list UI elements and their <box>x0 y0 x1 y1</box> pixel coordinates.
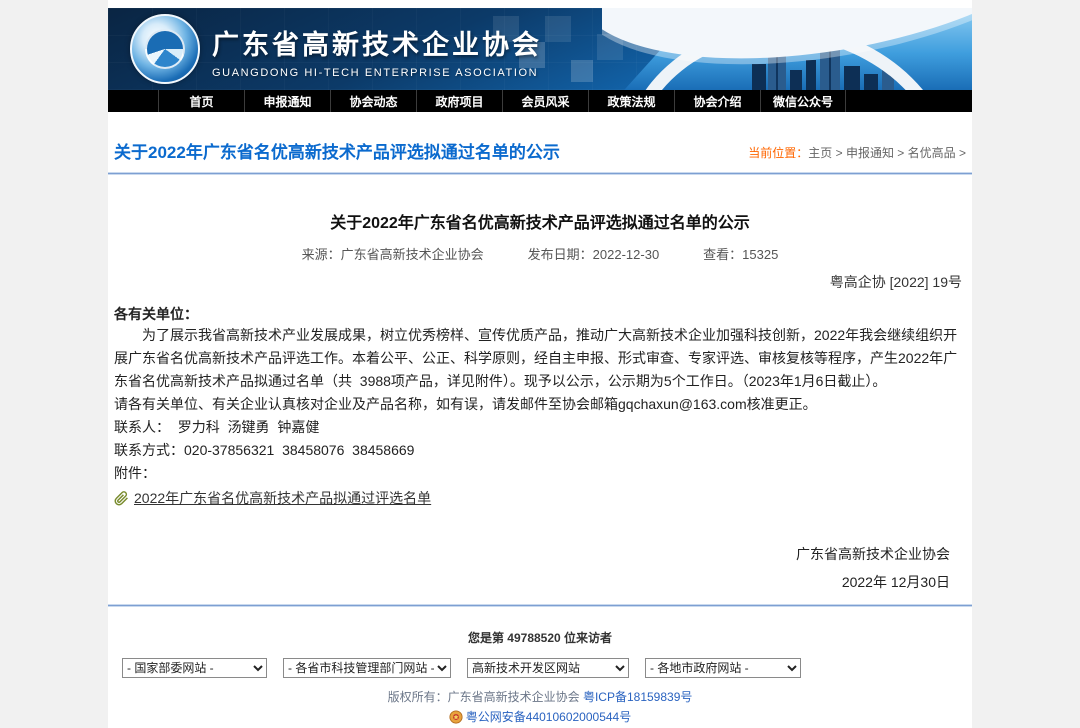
article-title: 关于2022年广东省名优高新技术产品评选拟通过名单的公示 <box>114 209 966 233</box>
article-source: 来源：广东省高新技术企业协会 <box>302 244 484 263</box>
police-registration-link[interactable]: 粤公网安备44010602000544号 <box>466 708 631 725</box>
nav-item-home[interactable]: 首页 <box>158 90 244 112</box>
icp-license-link[interactable]: 粤ICP备18159839号 <box>583 690 692 704</box>
header-banner: 广东省高新技术企业协会 GUANGDONG HI-TECH ENTERPRISE… <box>108 8 972 90</box>
announcement-article: 关于2022年广东省名优高新技术产品评选拟通过名单的公示 来源：广东省高新技术企… <box>108 209 972 592</box>
attachment-row: 2022年广东省名优高新技术产品拟通过评选名单 <box>114 488 966 508</box>
friendly-links-row: - 国家部委网站 - - 各省市科技管理部门网站 - 高新技术开发区网站 - 各… <box>108 658 972 678</box>
nav-item-wechat-official[interactable]: 微信公众号 <box>760 90 846 112</box>
attachment-link[interactable]: 2022年广东省名优高新技术产品拟通过评选名单 <box>134 488 431 508</box>
article-view-count: 查看：15325 <box>703 244 778 263</box>
contact-person-line: 联系人： 罗力科 汤键勇 钟嘉健 <box>114 416 966 439</box>
dropdown-hi-tech-zone-sites[interactable]: 高新技术开发区网站 <box>467 658 629 678</box>
dropdown-national-ministry-sites[interactable]: - 国家部委网站 - <box>122 658 267 678</box>
breadcrumb-label: 当前位置： <box>748 146 808 160</box>
footer: 您是第 49788520 位来访者 - 国家部委网站 - - 各省市科技管理部门… <box>108 629 972 725</box>
police-registration-line: 粤公网安备44010602000544号 <box>108 708 972 725</box>
breadcrumb-path[interactable]: 主页 > 申报通知 > 名优高品 > <box>808 146 966 160</box>
footer-divider <box>108 604 972 607</box>
association-logo-icon[interactable] <box>130 14 200 84</box>
title-divider <box>108 172 972 175</box>
paperclip-icon <box>114 491 129 506</box>
nav-item-member-showcase[interactable]: 会员风采 <box>502 90 588 112</box>
page-wrapper: 广东省高新技术企业协会 GUANGDONG HI-TECH ENTERPRISE… <box>108 0 972 728</box>
site-title: 广东省高新技术企业协会 <box>212 23 542 62</box>
logo-swirl-icon <box>145 29 185 69</box>
dropdown-city-government-sites[interactable]: - 各地市政府网站 - <box>645 658 801 678</box>
page-title-row: 关于2022年广东省名优高新技术产品评选拟通过名单的公示 当前位置：主页 > 申… <box>108 138 972 163</box>
article-meta: 来源：广东省高新技术企业协会 发布日期：2022-12-30 查看：15325 <box>114 244 966 263</box>
copyright-text: 版权所有：广东省高新技术企业协会 <box>388 690 580 704</box>
signature-date: 2022年 12月30日 <box>114 572 966 592</box>
document-number: 粤高企协 [2022] 19号 <box>114 272 966 292</box>
mosaic-tile <box>571 60 593 82</box>
nav-item-association-news[interactable]: 协会动态 <box>330 90 416 112</box>
signature-organization: 广东省高新技术企业协会 <box>114 544 966 564</box>
header-banner-art <box>602 8 972 90</box>
nav-item-about-association[interactable]: 协会介绍 <box>674 90 760 112</box>
breadcrumb: 当前位置：主页 > 申报通知 > 名优高品 > <box>748 144 966 163</box>
salutation: 各有关单位： <box>114 304 966 324</box>
nav-item-government-projects[interactable]: 政府项目 <box>416 90 502 112</box>
article-publish-date: 发布日期：2022-12-30 <box>528 244 660 263</box>
copyright-line: 版权所有：广东省高新技术企业协会 粤ICP备18159839号 <box>108 688 972 705</box>
nav-item-application-notices[interactable]: 申报通知 <box>244 90 330 112</box>
main-nav: 首页 申报通知 协会动态 政府项目 会员风采 政策法规 协会介绍 微信公众号 <box>108 90 972 112</box>
article-paragraph: 为了展示我省高新技术产业发展成果，树立优秀榜样、宣传优质产品，推动广大高新技术企… <box>114 324 966 393</box>
site-brand: 广东省高新技术企业协会 GUANGDONG HI-TECH ENTERPRISE… <box>212 23 542 79</box>
visitor-counter: 您是第 49788520 位来访者 <box>108 629 972 646</box>
police-badge-icon <box>449 710 463 724</box>
dropdown-provincial-sci-tech-dept-sites[interactable]: - 各省市科技管理部门网站 - <box>283 658 451 678</box>
page-title: 关于2022年广东省名优高新技术产品评选拟通过名单的公示 <box>114 138 560 163</box>
attachment-label: 附件： <box>114 462 966 485</box>
nav-item-policies-regulations[interactable]: 政策法规 <box>588 90 674 112</box>
contact-phone-line: 联系方式：020-37856321 38458076 38458669 <box>114 439 966 462</box>
article-paragraph: 请各有关单位、有关企业认真核对企业及产品名称，如有误，请发邮件至协会邮箱gqch… <box>114 393 966 416</box>
mosaic-tile <box>545 16 571 42</box>
site-subtitle: GUANGDONG HI-TECH ENTERPRISE ASOCIATION <box>212 67 542 79</box>
